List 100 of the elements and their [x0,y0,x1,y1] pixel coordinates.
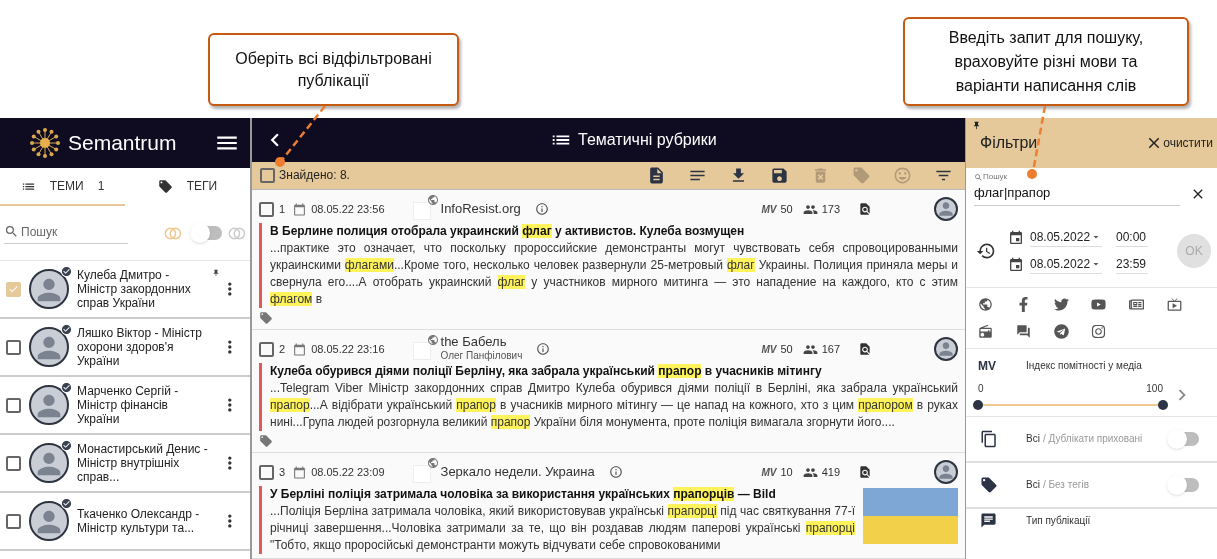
calendar-icon [1008,229,1024,246]
source-name[interactable]: the Бабель [440,335,523,349]
audience-count: 419 [821,464,840,480]
toggle-switch[interactable] [1169,431,1199,446]
topic-name[interactable]: Марченко Сергій - Міністр фінансів України [77,384,213,426]
article-snippet: ...практике это означает, что поскольку пророссийские демонстранты могут чувствовать себя спровоцированными украинскими флагами...Кроме того, несколько человек развернули 25-метровый флаг Украины. Полиция приняла меры и свернула его....А отобрать украинский флаг у участников мирного митинга — это нападение на каждого, кто с этим флагом в [270,240,958,308]
avatar [29,269,69,309]
tab[interactable]: ТЕМИ 1 [0,168,125,206]
tag-icon [980,475,998,494]
calendar-icon [293,342,307,356]
source-name[interactable]: InfoResist.org [440,202,521,216]
audience-count: 167 [821,341,840,357]
info-icon[interactable] [608,465,623,479]
globe-icon[interactable] [978,296,993,312]
avatar [29,501,69,541]
publication-type-label: Тип публікації [1026,514,1091,528]
publish-date: 08.05.22 23:16 [311,341,385,357]
filter-hint: / Дублікати приховані [1042,432,1143,446]
audience-count: 173 [821,201,840,217]
mv-label: MV [978,357,996,375]
search-icon [974,172,983,182]
slider-label: Індекс помітності у медіа [1026,359,1142,373]
checkbox[interactable] [259,201,274,217]
checkbox[interactable] [6,397,21,413]
info-icon[interactable] [536,342,551,356]
sunburst-logo-icon [28,126,62,160]
info-icon[interactable] [534,202,549,216]
slider-thumb[interactable] [1158,399,1168,410]
source-logo [412,342,431,360]
toggle-switch[interactable] [1169,477,1199,492]
article-title[interactable]: В Берлине полиция отобрала украинский флаг у активистов. Кулеба возмущен [270,223,958,240]
checkbox[interactable] [260,167,275,183]
tag-icon[interactable] [259,311,273,325]
slider-max: 100 [1146,381,1163,396]
checkbox[interactable] [259,464,274,480]
tag-icon [157,178,173,194]
result-number: 3 [279,464,286,480]
mv-value: 50 [780,341,793,357]
toggle-switch[interactable] [192,226,223,240]
author-name: Олег Панфілович [440,349,523,363]
source-logo [412,202,431,220]
verified-icon [61,440,72,451]
avatar [29,327,69,367]
document-icon[interactable] [647,165,666,185]
publish-date: 08.05.22 23:09 [311,464,385,480]
radio-icon[interactable] [978,323,993,339]
globe-icon [426,457,439,469]
forum-icon[interactable] [1015,323,1031,339]
search-icon [4,224,19,239]
preview-icon[interactable] [858,202,872,216]
tv-icon[interactable] [1167,296,1183,312]
preview-icon[interactable] [858,465,872,479]
article-snippet: ...Telegram Viber Міністр закордонних справ Дмитро Кулеба обурився діями поліції в Берліні, яка забрала український прапор...А відібрати український прапор в учасників мирного мітингу — це напад на кожного, хто з цим прапором в руках нині...Група людей розгорнула великий прапор України біля монумента, проте поліція вимагала згорнути його.... [270,380,958,431]
mv-value: 10 [780,464,793,480]
avatar [934,197,958,221]
mv-label: MV [761,342,777,357]
twitter-icon[interactable] [1053,296,1069,312]
pin-icon[interactable] [972,121,981,130]
article-title[interactable]: У Берліні поліція затримала чоловіка за використання українських прапорців — Bild [270,486,855,503]
tag-icon[interactable] [259,434,273,448]
source-logo [412,465,431,483]
avatar [29,443,69,483]
tab[interactable]: ТЕГИ [125,168,250,206]
calendar-icon [1008,256,1024,273]
instagram-icon[interactable] [1091,323,1107,339]
globe-icon [426,194,439,206]
callout: Введіть запит для пошуку, враховуйте різні мови та варіанти написання слів [903,17,1189,106]
slider-min: 0 [978,381,984,396]
date-field[interactable]: 08.05.2022 [1030,255,1102,274]
search-field[interactable]: флаг|прапор [974,183,1180,205]
time-field[interactable]: 00:00 [1116,228,1148,247]
preview-icon[interactable] [858,342,872,356]
result-number: 2 [279,341,286,357]
topic-name[interactable]: Ляшко Віктор - Міністр охорони здоров'я України [77,326,213,368]
checkbox[interactable] [6,455,21,471]
pin-icon[interactable] [212,269,221,277]
source-name[interactable]: Зеркало недели. Украина [440,465,595,479]
verified-icon [61,382,72,393]
save-icon[interactable] [770,165,789,185]
avatar [934,337,958,361]
article-snippet: ...Поліція Берліна затримала чоловіка, який використовував українські прапорці під час святкування 77-ї річниці завершення...Чоловіка затримали за те, що він роздавав людям паперові українські прапорці "Тобто, якщо проросійські демонстранти можуть відчувати себе спровокованими [270,503,855,554]
telegram-icon[interactable] [1053,323,1069,339]
checkbox[interactable] [6,339,21,355]
topic-name[interactable]: Монастирський Денис - Міністр внутрішніх справ... [77,442,213,484]
verified-icon [61,498,72,509]
globe-icon [426,334,439,346]
clear-button[interactable]: очистити [1145,134,1213,152]
avatar [934,460,958,484]
article-title[interactable]: Кулеба обурився діями поліції Берліну, яка забрала український прапор в учасників мітингу [270,363,958,380]
result-number: 1 [279,201,286,217]
date-field[interactable]: 08.05.2022 [1030,228,1102,247]
slider-thumb[interactable] [973,399,983,410]
time-field[interactable]: 23:59 [1116,255,1148,274]
search-field[interactable]: Пошук [21,222,121,241]
checkbox[interactable] [6,513,21,529]
checkbox[interactable] [259,341,274,357]
topic-name[interactable]: Кулеба Дмитро - Міністр закордонних справ України [77,268,213,310]
history-icon [976,241,996,261]
filter-label: Всі [1026,432,1040,446]
topic-name[interactable]: Ткаченко Олександр - Міністр культури та... [77,507,213,535]
